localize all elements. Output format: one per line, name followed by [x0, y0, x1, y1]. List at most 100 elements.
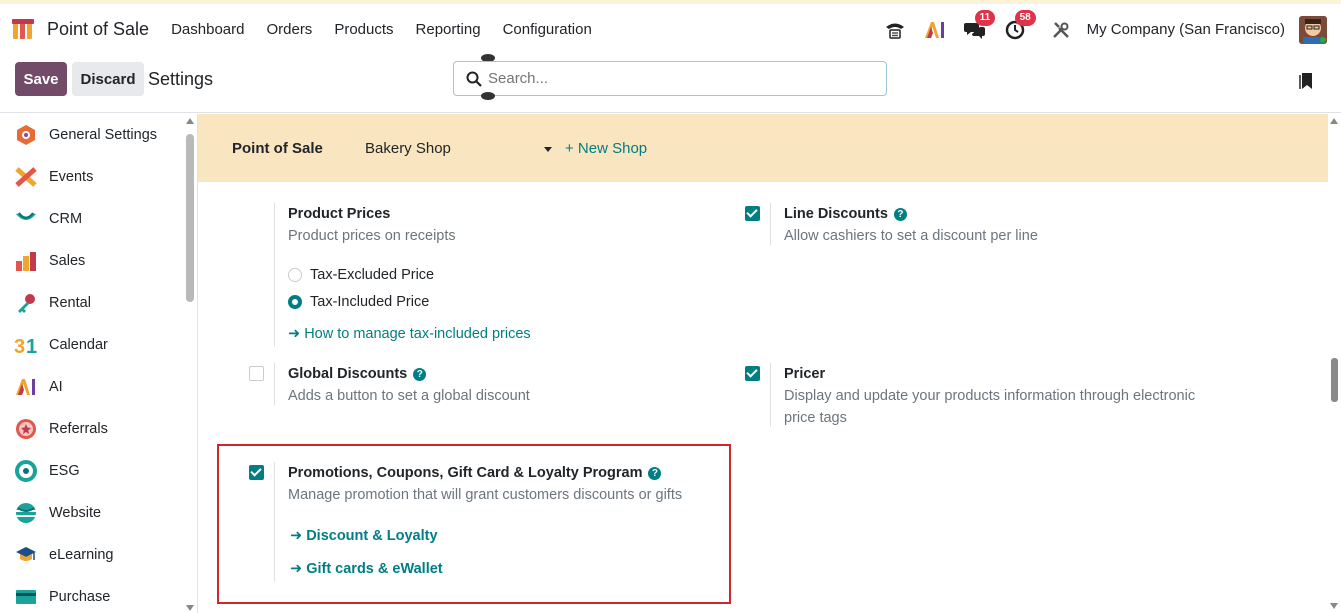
- search-input[interactable]: [488, 70, 868, 87]
- content-scroll-thumb[interactable]: [1331, 358, 1338, 402]
- global-discounts-title: Global Discounts?: [288, 366, 427, 382]
- company-switcher[interactable]: My Company (San Francisco): [1087, 21, 1285, 38]
- sidebar-item-esg[interactable]: ESG: [14, 459, 80, 483]
- line-discounts-desc: Allow cashiers to set a discount per lin…: [784, 228, 1038, 244]
- pricer-checkbox[interactable]: [745, 366, 760, 381]
- sidebar-item-purchase[interactable]: Purchase: [14, 585, 110, 609]
- setting-divider: [274, 363, 275, 405]
- caret-down-icon[interactable]: [544, 147, 552, 152]
- global-discounts-checkbox[interactable]: [249, 366, 264, 381]
- sidebar-label: ESG: [49, 463, 80, 479]
- general-settings-icon: [14, 123, 38, 147]
- tools-icon[interactable]: [1049, 18, 1073, 42]
- messages-badge: 11: [974, 9, 996, 26]
- sidebar-scroll-thumb[interactable]: [186, 134, 194, 302]
- radio-tax-excluded[interactable]: [288, 268, 302, 282]
- esg-icon: [14, 459, 38, 483]
- menu-configuration[interactable]: Configuration: [492, 21, 603, 38]
- sidebar-item-general-settings[interactable]: General Settings: [14, 123, 157, 147]
- help-icon[interactable]: ?: [648, 467, 662, 480]
- sidebar-label: eLearning: [49, 547, 114, 563]
- sidebar-item-website[interactable]: Website: [14, 501, 101, 525]
- arrow-right-icon: ➜: [288, 326, 305, 342]
- control-panel: Save Discard Settings: [0, 54, 1341, 113]
- app-section-title: Point of Sale: [232, 140, 323, 157]
- referrals-icon: [14, 417, 38, 441]
- content-scrollbar[interactable]: [1328, 114, 1341, 613]
- sidebar-label: CRM: [49, 211, 83, 227]
- promotions-checkbox[interactable]: [249, 465, 264, 480]
- scroll-up-icon[interactable]: [1330, 118, 1338, 124]
- menu-reporting[interactable]: Reporting: [405, 21, 492, 38]
- user-avatar[interactable]: [1299, 15, 1327, 44]
- save-button[interactable]: Save: [15, 62, 67, 96]
- main-navbar: Point of Sale Dashboard Orders Products …: [0, 4, 1341, 55]
- activity-clock-icon[interactable]: 58: [1003, 9, 1036, 42]
- sidebar-label: AI: [49, 379, 63, 395]
- sidebar-item-ai[interactable]: AI: [14, 375, 63, 399]
- events-icon: [14, 165, 38, 189]
- shop-select[interactable]: Bakery Shop: [365, 140, 555, 157]
- menu-products[interactable]: Products: [323, 21, 404, 38]
- setting-divider: [274, 203, 275, 347]
- sidebar-label: Sales: [49, 253, 86, 269]
- drag-handle-bottom-icon[interactable]: [480, 91, 496, 101]
- discount-loyalty-link[interactable]: ➜ Discount & Loyalty: [290, 528, 438, 544]
- tax-included-help-link[interactable]: ➜ How to manage tax-included prices: [288, 326, 531, 342]
- sidebar-item-elearning[interactable]: eLearning: [14, 543, 114, 567]
- page-title: Settings: [148, 69, 214, 89]
- systray: 11 58 My Company (San Francisco): [875, 4, 1327, 55]
- radio-tax-included[interactable]: [288, 295, 302, 309]
- pos-app-icon: [12, 18, 34, 39]
- sidebar-item-crm[interactable]: CRM: [14, 207, 82, 231]
- sidebar-label: Purchase: [49, 589, 111, 605]
- help-icon[interactable]: ?: [893, 208, 907, 221]
- sidebar-label: General Settings: [49, 127, 158, 143]
- activities-badge: 58: [1014, 9, 1036, 26]
- search-icon: [466, 71, 482, 87]
- bookmark-icon[interactable]: [1299, 72, 1313, 90]
- app-settings-header: Point of Sale Bakery Shop + New Shop: [198, 114, 1328, 182]
- menu-dashboard[interactable]: Dashboard: [160, 21, 255, 38]
- sidebar-label: Referrals: [49, 421, 108, 437]
- sidebar-item-referrals[interactable]: Referrals: [14, 417, 108, 441]
- search-bar[interactable]: [453, 61, 887, 96]
- ai-tray-icon[interactable]: [923, 18, 947, 42]
- sidebar-scrollbar[interactable]: [184, 114, 196, 613]
- link-label: Discount & Loyalty: [306, 528, 438, 544]
- setting-divider: [770, 203, 771, 245]
- sidebar-item-sales[interactable]: Sales: [14, 249, 85, 273]
- sales-icon: [14, 249, 38, 273]
- pricer-desc-line1: Display and update your products informa…: [784, 388, 1196, 404]
- ai-icon: [14, 375, 38, 399]
- sidebar-item-calendar[interactable]: 31 Calendar: [14, 333, 108, 357]
- menu-orders[interactable]: Orders: [255, 21, 323, 38]
- scroll-up-icon[interactable]: [186, 118, 194, 124]
- gift-cards-ewallet-link[interactable]: ➜ Gift cards & eWallet: [290, 561, 443, 577]
- rental-icon: [14, 291, 38, 315]
- radio-tax-included-label[interactable]: Tax-Included Price: [310, 294, 429, 310]
- radio-tax-excluded-label[interactable]: Tax-Excluded Price: [310, 267, 434, 283]
- new-shop-link[interactable]: + New Shop: [565, 140, 647, 157]
- line-discounts-label: Line Discounts: [784, 206, 888, 222]
- purchase-icon: [14, 585, 38, 609]
- promotions-label: Promotions, Coupons, Gift Card & Loyalty…: [288, 465, 643, 481]
- arrow-right-icon: ➜: [290, 528, 307, 544]
- main-menu: Dashboard Orders Products Reporting Conf…: [160, 21, 603, 38]
- sidebar-item-events[interactable]: Events: [14, 165, 93, 189]
- settings-sidebar: General Settings Events CRM Sales Rental…: [0, 114, 198, 613]
- setting-divider: [274, 462, 275, 582]
- chat-icon[interactable]: 11: [963, 9, 996, 42]
- scroll-down-icon[interactable]: [186, 605, 194, 611]
- discard-button[interactable]: Discard: [72, 62, 144, 96]
- line-discounts-checkbox[interactable]: [745, 206, 760, 221]
- svg-text:3: 3: [14, 336, 25, 356]
- sidebar-item-rental[interactable]: Rental: [14, 291, 91, 315]
- product-prices-desc: Product prices on receipts: [288, 228, 456, 244]
- sidebar-label: Events: [49, 169, 94, 185]
- link-label: How to manage tax-included prices: [304, 326, 531, 342]
- scroll-down-icon[interactable]: [1330, 603, 1338, 609]
- help-icon[interactable]: ?: [413, 368, 427, 381]
- app-brand[interactable]: Point of Sale: [12, 18, 149, 41]
- phone-icon[interactable]: [883, 18, 907, 42]
